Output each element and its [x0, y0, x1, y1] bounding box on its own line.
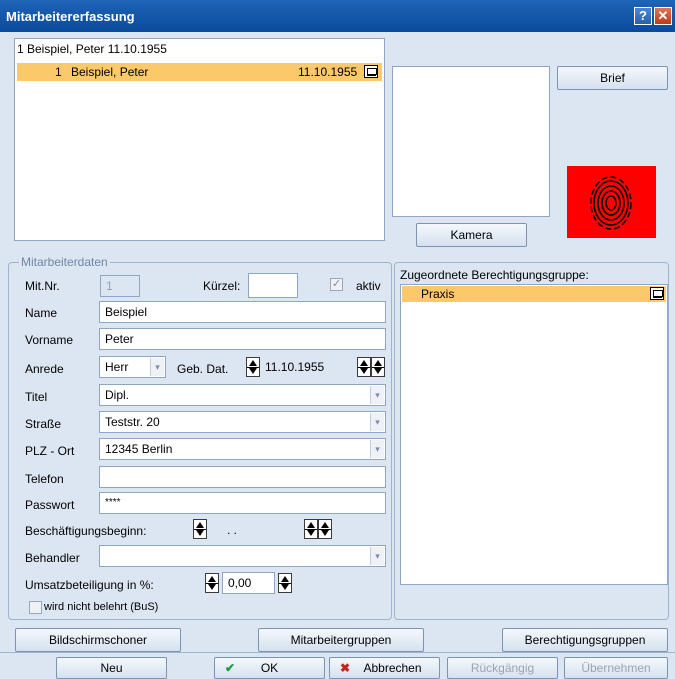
belehrt-checkbox[interactable]: [29, 601, 42, 614]
kamera-button[interactable]: Kamera: [416, 223, 527, 247]
beschaeftigung-field[interactable]: . .: [208, 519, 303, 541]
check-icon: ✔: [225, 661, 236, 675]
berechtigungsgruppen-button[interactable]: Berechtigungsgruppen: [502, 628, 668, 652]
chevron-down-icon[interactable]: ▾: [370, 413, 384, 431]
plz-value: 12345 Berlin: [105, 442, 173, 456]
beschaeftigung-spin-icon[interactable]: [193, 519, 207, 539]
umsatz-spin-left-icon[interactable]: [205, 573, 219, 593]
window-title: Mitarbeitererfassung: [6, 9, 135, 24]
strasse-label: Straße: [25, 417, 62, 431]
abbrechen-label: Abbrechen: [363, 661, 422, 675]
close-button[interactable]: ✕: [654, 7, 672, 25]
detail-card-icon[interactable]: [364, 65, 378, 78]
anrede-label: Anrede: [25, 362, 64, 376]
gebdat-spin-icon[interactable]: [246, 357, 260, 377]
anrede-value: Herr: [105, 360, 129, 374]
mitnr-label: Mit.Nr.: [25, 279, 60, 293]
plz-label: PLZ - Ort: [25, 444, 75, 458]
name-field[interactable]: Beispiel: [99, 301, 386, 323]
permission-group-item[interactable]: Praxis: [402, 286, 666, 302]
passwort-label: Passwort: [25, 498, 75, 512]
ok-button[interactable]: ✔ OK: [214, 657, 325, 679]
beschaeftigung-spin-right-icon[interactable]: [318, 519, 332, 539]
employee-name: Beispiel, Peter: [71, 65, 149, 79]
umsatz-spin-right-icon[interactable]: [278, 573, 292, 593]
title-bar: Mitarbeitererfassung ? ✕: [0, 0, 675, 32]
gebdat-field[interactable]: 11.10.1955: [260, 356, 352, 378]
cross-icon: ✖: [340, 661, 351, 675]
chevron-down-icon[interactable]: ▾: [150, 358, 164, 376]
fingerprint-icon[interactable]: [567, 166, 656, 238]
employee-list-row[interactable]: 1 Beispiel, Peter 11.10.1955: [17, 63, 382, 81]
help-button[interactable]: ?: [634, 7, 652, 25]
permission-group-name: Praxis: [421, 287, 455, 301]
employee-birthdate: 11.10.1955: [298, 65, 358, 79]
titel-select[interactable]: Dipl. ▾: [99, 384, 386, 406]
vorname-field[interactable]: Peter: [99, 328, 386, 350]
abbrechen-button[interactable]: ✖ Abbrechen: [329, 657, 440, 679]
vorname-label: Vorname: [25, 333, 74, 347]
permission-group-title: Zugeordnete Berechtigungsgruppe:: [400, 268, 589, 282]
neu-button[interactable]: Neu: [56, 657, 167, 679]
photo-box: [392, 66, 550, 217]
umsatz-field[interactable]: 0,00: [222, 572, 275, 594]
strasse-value: Teststr. 20: [105, 415, 160, 429]
chevron-down-icon[interactable]: ▾: [370, 440, 384, 458]
behandler-label: Behandler: [25, 551, 80, 565]
chevron-down-icon[interactable]: ▾: [370, 547, 384, 565]
rueckgaengig-button[interactable]: Rückgängig: [447, 657, 558, 679]
telefon-field[interactable]: [99, 466, 386, 488]
permission-group-list[interactable]: Praxis: [400, 284, 668, 585]
employee-data-group-title: Mitarbeiterdaten: [19, 255, 110, 269]
plz-select[interactable]: 12345 Berlin ▾: [99, 438, 386, 460]
footer-divider: [0, 652, 675, 653]
strasse-select[interactable]: Teststr. 20 ▾: [99, 411, 386, 433]
mitarbeitergruppen-button[interactable]: Mitarbeitergruppen: [258, 628, 424, 652]
dialog-window: Mitarbeitererfassung ? ✕ 1 Beispiel, Pet…: [0, 0, 675, 679]
chevron-down-icon[interactable]: ▾: [370, 386, 384, 404]
anrede-select[interactable]: Herr ▾: [99, 356, 166, 378]
titel-label: Titel: [25, 390, 48, 404]
umsatz-label: Umsatzbeteiligung in %:: [25, 578, 154, 592]
aktiv-checkbox[interactable]: ✓: [330, 278, 343, 291]
brief-button[interactable]: Brief: [557, 66, 668, 90]
telefon-label: Telefon: [25, 472, 64, 486]
detail-card-icon[interactable]: [650, 287, 664, 300]
fingerprint-graphic: [590, 176, 632, 230]
kuerzel-field[interactable]: [248, 273, 298, 298]
uebernehmen-button[interactable]: Übernehmen: [564, 657, 668, 679]
employee-list[interactable]: 1 Beispiel, Peter 11.10.1955 1 Beispiel,…: [14, 38, 385, 241]
titel-value: Dipl.: [105, 388, 130, 402]
kuerzel-label: Kürzel:: [203, 279, 241, 293]
mitnr-field: 1: [100, 275, 140, 297]
name-label: Name: [25, 306, 58, 320]
bildschirmschoner-button[interactable]: Bildschirmschoner: [15, 628, 181, 652]
beschaeftigung-label: Beschäftigungsbeginn:: [25, 524, 147, 538]
employee-list-header: 1 Beispiel, Peter 11.10.1955: [17, 42, 167, 56]
behandler-select[interactable]: ▾: [99, 545, 386, 567]
gebdat-label: Geb. Dat.: [177, 362, 229, 376]
gebdat-spin-right-icon[interactable]: [371, 357, 385, 377]
beschaeftigung-spin-left-icon[interactable]: [304, 519, 318, 539]
aktiv-label: aktiv: [356, 279, 381, 293]
employee-number: 1: [55, 65, 62, 79]
ok-label: OK: [260, 661, 279, 675]
belehrt-label: wird nicht belehrt (BuS): [44, 601, 159, 613]
gebdat-spin-left-icon[interactable]: [357, 357, 371, 377]
passwort-field[interactable]: ****: [99, 492, 386, 514]
